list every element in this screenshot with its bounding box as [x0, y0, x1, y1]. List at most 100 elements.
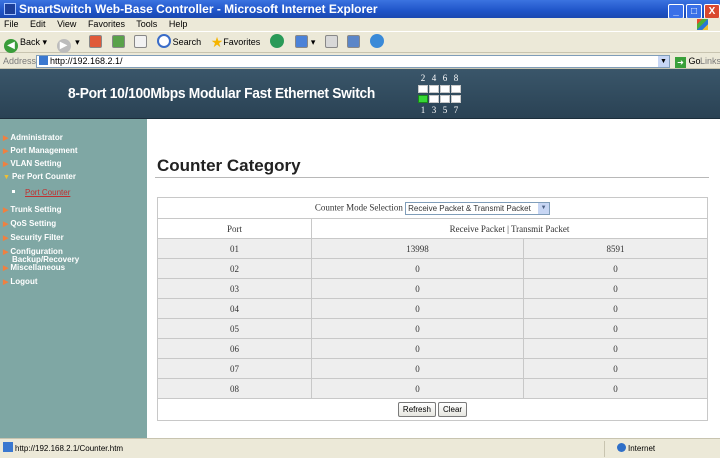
- menu-bar: File Edit View Favorites Tools Help: [0, 18, 720, 31]
- page-status-icon: [3, 442, 13, 452]
- rx-cell: 0: [311, 378, 524, 399]
- port-cell: 04: [157, 298, 312, 319]
- address-input[interactable]: http://192.168.2.1/ ▼: [36, 55, 670, 68]
- sidebar-subitem-label: Port Counter: [25, 188, 71, 197]
- arrow-icon: ▶: [3, 235, 9, 242]
- maximize-button[interactable]: □: [686, 4, 702, 19]
- sidebar-item-port-management[interactable]: ▶ Port Management: [3, 146, 78, 155]
- sidebar-item-qos-setting[interactable]: ▶ QoS Setting: [3, 219, 56, 228]
- rx-cell: 0: [311, 338, 524, 359]
- window-titlebar: SmartSwitch Web-Base Controller - Micros…: [0, 0, 720, 19]
- menu-favorites[interactable]: Favorites: [88, 19, 125, 29]
- links-button[interactable]: Links: [700, 53, 720, 69]
- sidebar-item-label: VLAN Setting: [10, 159, 62, 168]
- switch-banner: 8-Port 10/100Mbps Modular Fast Ethernet …: [0, 69, 720, 119]
- tx-cell: 0: [523, 278, 708, 299]
- sidebar-item-miscellaneous[interactable]: ▶ Miscellaneous: [3, 263, 65, 272]
- menu-edit[interactable]: Edit: [30, 19, 46, 29]
- go-button[interactable]: ➜ Go: [675, 53, 701, 69]
- window-title: SmartSwitch Web-Base Controller - Micros…: [19, 2, 378, 16]
- port-label-4: 4: [431, 73, 437, 83]
- sidebar-item-label: Per Port Counter: [11, 172, 76, 181]
- port-cell: 01: [157, 238, 312, 259]
- sidebar-item-per-port-counter[interactable]: ▼ Per Port Counter: [3, 172, 76, 181]
- tx-cell: 0: [523, 258, 708, 279]
- rx-cell: 0: [311, 358, 524, 379]
- tx-cell: 0: [523, 318, 708, 339]
- port-4-led: [429, 85, 439, 93]
- counter-table: Counter Mode Selection Receive Packet & …: [157, 197, 708, 421]
- button-cell: Refresh Clear: [157, 398, 708, 421]
- favorites-star-icon: ★: [210, 34, 224, 50]
- port-5-led: [440, 95, 450, 103]
- menu-help[interactable]: Help: [169, 19, 188, 29]
- go-label: Go: [688, 56, 701, 66]
- counter-mode-select[interactable]: Receive Packet & Transmit Packet ▼: [405, 201, 551, 215]
- forward-arrow-icon: ▶: [56, 39, 71, 53]
- button-row: Refresh Clear: [157, 398, 708, 421]
- refresh-button[interactable]: Refresh: [397, 402, 436, 417]
- arrow-icon: ▼: [3, 174, 10, 181]
- refresh-browser-button[interactable]: [111, 32, 125, 53]
- port-2-led: [418, 85, 428, 93]
- media-button[interactable]: [269, 32, 286, 53]
- tx-cell: 0: [523, 338, 708, 359]
- address-label: Address: [3, 56, 37, 66]
- menu-file[interactable]: File: [4, 19, 19, 29]
- main-content: Counter Category Counter Mode Selection …: [147, 119, 720, 438]
- clear-button[interactable]: Clear: [437, 402, 468, 417]
- sidebar-item-label: Logout: [10, 277, 38, 286]
- sidebar-item-label: QoS Setting: [10, 219, 57, 228]
- sidebar-item-vlan-setting[interactable]: ▶ VLAN Setting: [3, 159, 62, 168]
- table-row: 03 0 0: [157, 278, 708, 299]
- security-zone: Internet: [604, 441, 655, 457]
- print-button[interactable]: [324, 32, 338, 53]
- port-cell: 08: [157, 378, 312, 399]
- back-arrow-icon: ◀: [4, 39, 18, 53]
- status-bar: http://192.168.2.1/Counter.htm Internet: [0, 438, 720, 458]
- sidebar-item-administrator[interactable]: ▶ Administrator: [3, 133, 63, 142]
- table-row: 06 0 0: [157, 338, 708, 359]
- back-button[interactable]: ◀ Back ▾: [4, 32, 47, 53]
- tx-cell: 8591: [523, 238, 708, 259]
- port-column-header: Port: [157, 218, 312, 239]
- rx-cell: 0: [311, 318, 524, 339]
- stop-button[interactable]: [89, 32, 103, 53]
- port-label-2: 2: [420, 73, 426, 83]
- minimize-button[interactable]: _: [668, 4, 684, 19]
- edit-button[interactable]: [347, 32, 361, 53]
- bullet-icon: [12, 190, 15, 193]
- sidebar-item-security-filter[interactable]: ▶ Security Filter: [3, 233, 64, 242]
- port-label-8: 8: [453, 73, 459, 83]
- browser-toolbar: ◀ Back ▾ ▶ ▾ Search ★Favorites ▾: [0, 31, 720, 53]
- windows-logo-icon: [697, 19, 708, 30]
- port-label-1: 1: [420, 105, 426, 115]
- arrow-icon: ▶: [3, 161, 9, 168]
- port-8-led: [451, 85, 461, 93]
- port-3-led: [429, 95, 439, 103]
- rx-cell: 0: [311, 278, 524, 299]
- search-button[interactable]: Search: [156, 32, 201, 53]
- messenger-button[interactable]: [369, 32, 386, 53]
- table-row: 01 13998 8591: [157, 238, 708, 259]
- address-dropdown-icon[interactable]: ▼: [658, 56, 669, 67]
- sidebar-item-trunk-setting[interactable]: ▶ Trunk Setting: [3, 205, 62, 214]
- page-icon: [39, 56, 48, 65]
- sidebar-item-logout[interactable]: ▶ Logout: [3, 277, 38, 286]
- home-button[interactable]: [134, 32, 148, 53]
- sidebar-item-label: Administrator: [10, 133, 63, 142]
- menu-tools[interactable]: Tools: [136, 19, 157, 29]
- chevron-down-icon: ▼: [538, 202, 550, 214]
- arrow-icon: ▶: [3, 148, 9, 155]
- zone-label: Internet: [628, 444, 656, 453]
- port-1-led: [418, 95, 428, 103]
- address-bar: Address http://192.168.2.1/ ▼ ➜ Go Links: [0, 53, 720, 69]
- close-button[interactable]: X: [704, 4, 720, 19]
- favorites-button[interactable]: ★Favorites: [211, 32, 261, 53]
- stop-icon: [89, 35, 103, 48]
- sidebar-subitem-port-counter[interactable]: Port Counter: [12, 188, 70, 197]
- port-cell: 03: [157, 278, 312, 299]
- mail-button[interactable]: ▾: [295, 32, 315, 53]
- forward-button[interactable]: ▶ ▾: [56, 32, 80, 53]
- menu-view[interactable]: View: [57, 19, 76, 29]
